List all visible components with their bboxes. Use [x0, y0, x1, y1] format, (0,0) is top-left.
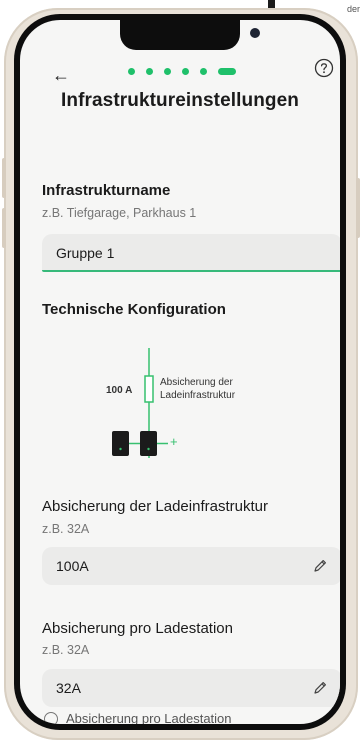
help-circle-icon[interactable] — [314, 58, 334, 78]
pencil-icon[interactable] — [312, 558, 328, 574]
infrastructure-name-value: Gruppe 1 — [56, 245, 115, 261]
page-title: Infrastruktureinstellungen — [60, 90, 300, 111]
app-screen: ← Infrastruktureinstellungen Infrastrukt… — [20, 20, 340, 724]
camera-icon — [250, 28, 260, 38]
infra-fuse-input[interactable]: 100A — [42, 547, 340, 585]
infra-fuse-label: Absicherung der Ladeinfrastruktur — [42, 498, 268, 515]
amperage-label: 100 A — [106, 385, 133, 396]
pencil-icon[interactable] — [312, 680, 328, 696]
infra-fuse-hint: z.B. 32A — [42, 522, 90, 536]
progress-stepper — [128, 68, 248, 76]
step-dot — [182, 68, 189, 75]
side-button — [2, 158, 6, 198]
phone-notch — [120, 20, 260, 50]
technical-config-title: Technische Konfiguration — [42, 301, 226, 318]
station-fuse-value: 32A — [56, 680, 81, 696]
station-fuse-hint: z.B. 32A — [42, 643, 90, 657]
infrastructure-name-input[interactable]: Gruppe 1 — [42, 234, 340, 272]
diagram-graphic — [112, 348, 168, 458]
back-button[interactable]: ← — [52, 65, 70, 86]
fuse-label-line-2: Ladeinfrastruktur — [160, 390, 236, 401]
infrastructure-name-hint: z.B. Tiefgarage, Parkhaus 1 — [42, 206, 197, 220]
fuse-label-line-1: Absicherung der — [160, 377, 233, 388]
side-button — [356, 178, 360, 238]
infra-fuse-value: 100A — [56, 558, 89, 574]
background-text: der — [346, 4, 360, 14]
infrastructure-name-title: Infrastrukturname — [42, 182, 171, 199]
step-dot — [128, 68, 135, 75]
fuse-diagram: 100 A Absicherung der Ladeinfrastruktur … — [84, 338, 284, 468]
station-fuse-checkbox-row[interactable]: Absicherung pro Ladestation — [44, 710, 324, 724]
step-current — [218, 68, 236, 75]
step-dot — [146, 68, 153, 75]
step-dot — [200, 68, 207, 75]
station-fuse-input[interactable]: 32A — [42, 669, 340, 707]
checkbox[interactable] — [44, 712, 58, 724]
add-station-plus: + — [170, 434, 178, 449]
station-fuse-label: Absicherung pro Ladestation — [42, 620, 233, 637]
checkbox-label: Absicherung pro Ladestation — [66, 711, 232, 724]
step-dot — [164, 68, 171, 75]
side-button — [2, 208, 6, 248]
